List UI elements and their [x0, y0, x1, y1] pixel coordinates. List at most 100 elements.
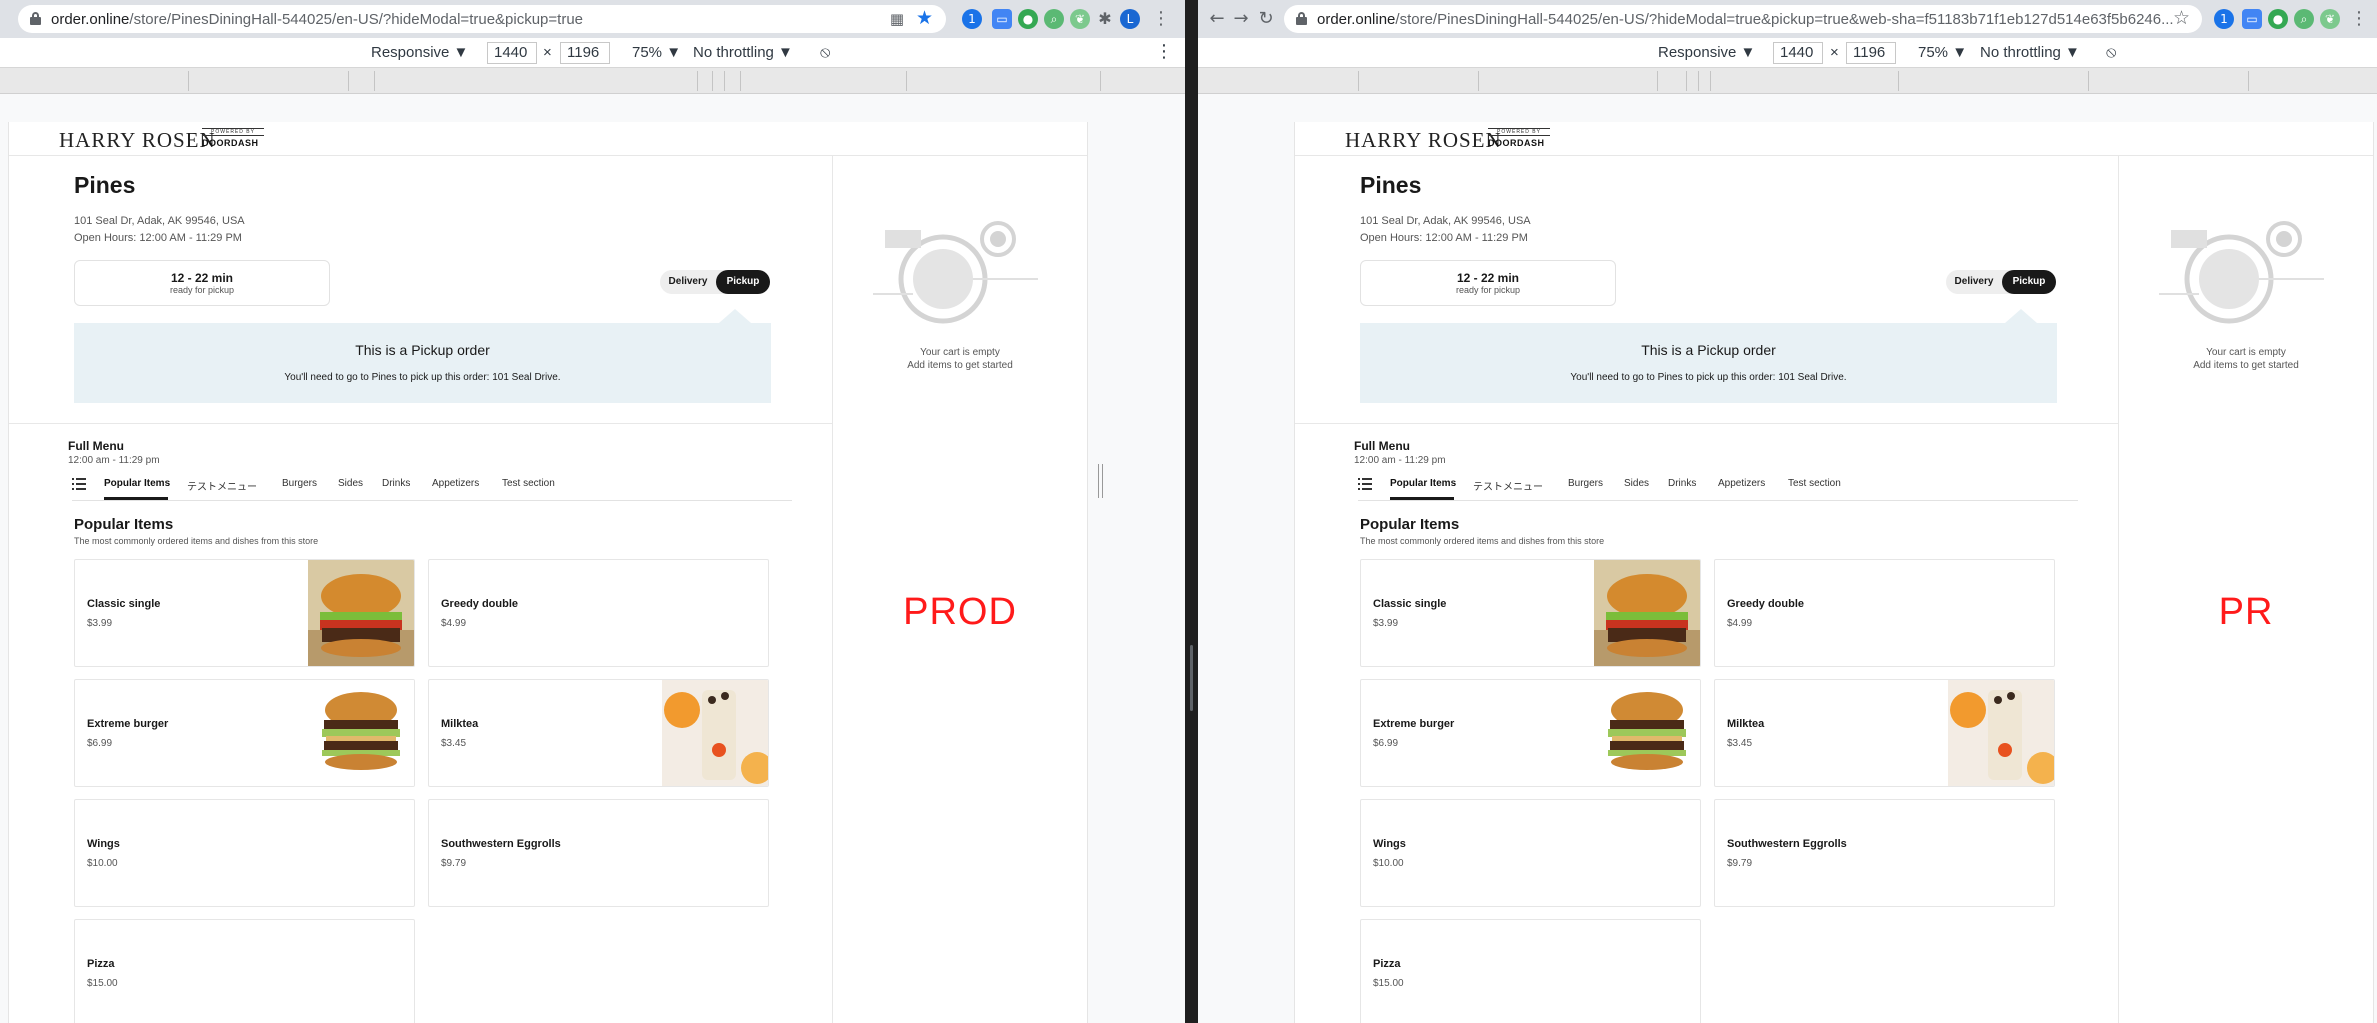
menu-item-card[interactable]: Pizza $15.00 [1360, 919, 1701, 1023]
menu-item-card[interactable]: Pizza $15.00 [74, 919, 415, 1023]
url-text[interactable]: order.online/store/PinesDiningHall-54402… [1317, 11, 2177, 28]
split-divider[interactable] [1185, 0, 1198, 1023]
puzzle-extensions-icon[interactable]: ✱ [1095, 9, 1115, 29]
colorpick-extension-icon[interactable]: ● [1018, 9, 1038, 29]
tab-burgers[interactable]: Burgers [282, 478, 317, 489]
bookmark-star-icon[interactable]: ☆ [2173, 7, 2190, 29]
device-select[interactable]: Responsive ▼ [1658, 44, 1755, 61]
empty-cart-message: Your cart is empty Add items to get star… [2193, 347, 2299, 371]
tab-popular-items[interactable]: Popular Items [104, 478, 170, 489]
browser-toolbar: order.online/store/PinesDiningHall-54402… [0, 0, 1185, 38]
viewport-resize-handle[interactable] [1098, 464, 1103, 498]
tab-drinks[interactable]: Drinks [1668, 478, 1696, 489]
device-select[interactable]: Responsive ▼ [371, 44, 468, 61]
url-text[interactable]: order.online/store/PinesDiningHall-54402… [51, 11, 891, 28]
dimension-separator: × [543, 44, 552, 61]
pickup-eta-box: 12 - 22 min ready for pickup [1360, 260, 1616, 306]
devtools-more-icon[interactable]: ⋮ [1155, 41, 1173, 62]
search-extension-icon[interactable]: ⌕ [2294, 9, 2314, 29]
menu-item-card[interactable]: Greedy double $4.99 [428, 559, 769, 667]
zoom-extension-icon[interactable]: ▭ [992, 9, 1012, 29]
menu-item-card[interactable]: Wings $10.00 [74, 799, 415, 907]
menu-item-card[interactable]: Milktea $3.45 [428, 679, 769, 787]
brand-logo[interactable]: HARRY ROSEN [1345, 128, 1502, 153]
menu-item-card[interactable]: Southwestern Eggrolls $9.79 [428, 799, 769, 907]
store-main: Pines 101 Seal Dr, Adak, AK 99546, USA O… [9, 156, 832, 1023]
qr-code-icon[interactable]: ▦ [886, 8, 908, 30]
browser-menu-icon[interactable]: ⋮ [2348, 8, 2370, 30]
section-subtitle: The most commonly ordered items and dish… [74, 536, 319, 546]
dimension-separator: × [1830, 44, 1839, 61]
menu-hours: 12:00 am - 11:29 pm [1354, 455, 1446, 466]
category-list-icon[interactable] [1358, 478, 1372, 490]
browser-toolbar: ← → ↻ order.online/store/PinesDiningHall… [1198, 0, 2377, 38]
menu-item-card[interactable]: Extreme burger $6.99 [74, 679, 415, 787]
viewport-width-input[interactable]: 1440 [1773, 42, 1823, 64]
tab-burgers[interactable]: Burgers [1568, 478, 1603, 489]
rotate-icon[interactable]: ⦸ [820, 44, 830, 62]
browser-menu-icon[interactable]: ⋮ [1150, 8, 1172, 30]
avatar[interactable]: L [1120, 9, 1140, 29]
viewport-width-input[interactable]: 1440 [487, 42, 537, 64]
pickup-notice: This is a Pickup order You'll need to go… [1360, 323, 2057, 403]
extension-icon[interactable]: 1 [962, 9, 982, 29]
pickup-option[interactable]: Pickup [716, 270, 770, 294]
tab-test-section[interactable]: Test section [502, 478, 555, 489]
tab-appetizers[interactable]: Appetizers [1718, 478, 1765, 489]
menu-item-card[interactable]: Wings $10.00 [1360, 799, 1701, 907]
viewport-height-input[interactable]: 1196 [560, 42, 610, 64]
pickup-option[interactable]: Pickup [2002, 270, 2056, 294]
tab-sides[interactable]: Sides [1624, 478, 1649, 489]
menu-item-card[interactable]: Extreme burger $6.99 [1360, 679, 1701, 787]
tab-test-menu[interactable]: テストメニュー [187, 478, 257, 493]
reload-icon[interactable]: ↻ [1255, 8, 1277, 30]
menu-item-card[interactable]: Greedy double $4.99 [1714, 559, 2055, 667]
lock-icon [1296, 12, 1307, 25]
back-icon[interactable]: ← [1206, 8, 1228, 30]
pickup-eta-box: 12 - 22 min ready for pickup [74, 260, 330, 306]
tab-popular-items[interactable]: Popular Items [1390, 478, 1456, 489]
viewport-height-input[interactable]: 1196 [1846, 42, 1896, 64]
leaf-extension-icon[interactable]: ❦ [1070, 9, 1090, 29]
brand-logo[interactable]: HARRY ROSEN [59, 128, 216, 153]
forward-icon[interactable]: → [1230, 8, 1252, 30]
rotate-icon[interactable]: ⦸ [2106, 44, 2116, 62]
extension-icon[interactable]: 1 [2214, 9, 2234, 29]
store-name: Pines [1360, 172, 1422, 198]
fulfillment-toggle: Delivery Pickup [660, 270, 770, 294]
search-extension-icon[interactable]: ⌕ [1044, 9, 1064, 29]
zoom-select[interactable]: 75% ▼ [1918, 44, 1967, 61]
fulfillment-toggle: Delivery Pickup [1946, 270, 2056, 294]
zoom-select[interactable]: 75% ▼ [632, 44, 681, 61]
tab-drinks[interactable]: Drinks [382, 478, 410, 489]
throttling-select[interactable]: No throttling ▼ [693, 44, 793, 61]
active-tab-indicator [1390, 497, 1454, 500]
device-viewport: HARRY ROSEN POWERED BY DOORDASH Pines 10… [0, 94, 1185, 1023]
tab-test-menu[interactable]: テストメニュー [1473, 478, 1543, 493]
browser-window-pr: ← → ↻ order.online/store/PinesDiningHall… [1198, 0, 2377, 1023]
tab-test-section[interactable]: Test section [1788, 478, 1841, 489]
burger-photo-icon [308, 560, 414, 666]
colorpick-extension-icon[interactable]: ● [2268, 9, 2288, 29]
menu-item-card[interactable]: Classic single $3.99 [74, 559, 415, 667]
bookmark-star-icon[interactable]: ★ [916, 7, 933, 29]
zoom-extension-icon[interactable]: ▭ [2242, 9, 2262, 29]
tab-appetizers[interactable]: Appetizers [432, 478, 479, 489]
leaf-extension-icon[interactable]: ❦ [2320, 9, 2340, 29]
category-tabs: Popular Items テストメニュー Burgers Sides Drin… [72, 471, 792, 501]
menu-item-card[interactable]: Milktea $3.45 [1714, 679, 2055, 787]
screenshot: order.online/store/PinesDiningHall-54402… [0, 0, 2377, 1023]
throttling-select[interactable]: No throttling ▼ [1980, 44, 2080, 61]
category-list-icon[interactable] [72, 478, 86, 490]
divider [9, 423, 832, 424]
store-page: HARRY ROSEN POWERED BY DOORDASH Pines 10… [1294, 122, 2374, 1023]
tab-sides[interactable]: Sides [338, 478, 363, 489]
menu-item-card[interactable]: Southwestern Eggrolls $9.79 [1714, 799, 2055, 907]
address-bar[interactable]: order.online/store/PinesDiningHall-54402… [1284, 5, 2202, 33]
menu-title: Full Menu [1354, 439, 1410, 453]
menu-title: Full Menu [68, 439, 124, 453]
delivery-option[interactable]: Delivery [1948, 270, 2000, 294]
address-bar[interactable]: order.online/store/PinesDiningHall-54402… [18, 5, 946, 33]
menu-item-card[interactable]: Classic single $3.99 [1360, 559, 1701, 667]
delivery-option[interactable]: Delivery [662, 270, 714, 294]
